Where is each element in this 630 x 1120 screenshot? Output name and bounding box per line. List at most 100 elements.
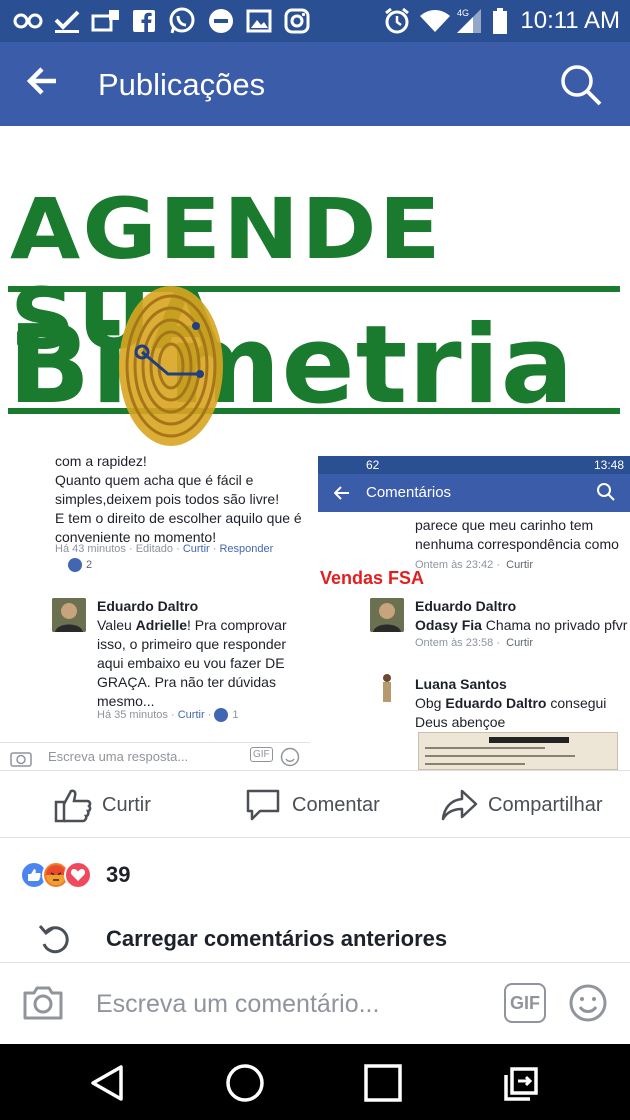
comment-like-link: Curtir — [182, 543, 210, 555]
camera-button[interactable] — [22, 983, 64, 1025]
reply-composer: Escreva uma resposta... GIF — [0, 742, 310, 770]
like-label: Curtir — [102, 793, 151, 816]
comment-time: Há 43 minutos — [55, 543, 126, 555]
embedded-app-bar: Comentários — [318, 474, 630, 512]
minus-circle-icon — [206, 6, 236, 36]
embedded-title: Comentários — [366, 484, 452, 501]
post-image[interactable]: AGENDE SUA Bi metria com a rapidez! Quan… — [0, 126, 630, 770]
search-button[interactable] — [558, 62, 604, 108]
reply-like-link: Curtir — [177, 709, 205, 721]
comment-author: Eduardo Daltro — [415, 598, 517, 614]
fingerprint-icon — [119, 286, 223, 446]
banner-divider — [8, 286, 620, 292]
comment-reply-link: Responder — [219, 543, 274, 555]
load-previous-comments-button[interactable]: Carregar comentários anteriores — [0, 916, 630, 962]
facebook-icon — [130, 6, 158, 36]
battery-icon — [490, 6, 510, 36]
reply-text-start: Valeu — [97, 617, 136, 633]
comment-icon — [246, 789, 280, 821]
comment-text: Odasy Fia Chama no privado pfvr — [415, 616, 628, 635]
partial-comment-text: parece que meu carinho tem nenhuma corre… — [415, 517, 619, 552]
circle-home-icon — [226, 1064, 264, 1102]
embedded-status-time: 13:48 — [593, 458, 624, 472]
nav-screen-switch-button[interactable] — [498, 1060, 544, 1106]
network-type-label: 4G — [457, 8, 469, 18]
reaction-count: 39 — [106, 862, 131, 887]
comment-time: Ontem às 23:42 — [415, 559, 494, 571]
wear-icon — [12, 6, 44, 36]
share-icon — [441, 789, 478, 821]
embedded-notification-count: 62 — [366, 458, 380, 472]
reply-like-count: 1 — [232, 709, 239, 721]
image-icon — [244, 6, 274, 36]
banner-subheadline: Bi metria — [8, 303, 575, 428]
comment-text: com a rapidez! Quanto quem acha que é fá… — [55, 453, 302, 545]
avatar — [370, 598, 404, 632]
comment-input[interactable] — [96, 981, 476, 1027]
camera-icon — [10, 752, 32, 767]
status-bar: 4G 10:11 AM — [0, 0, 630, 42]
gif-button[interactable]: GIF — [504, 983, 546, 1023]
nav-recents-button[interactable] — [360, 1060, 406, 1106]
comment-time: Ontem às 23:58 — [415, 637, 494, 649]
alarm-icon — [382, 6, 412, 36]
comment-author: Luana Santos — [415, 676, 507, 692]
reply-mention: Adrielle — [135, 617, 188, 633]
instagram-icon — [282, 6, 312, 36]
avatar — [52, 598, 86, 632]
arrow-left-icon — [334, 486, 349, 500]
screen-switch-icon — [504, 1067, 538, 1101]
mail-notification-icon — [90, 6, 122, 36]
load-previous-label: Carregar comentários anteriores — [106, 926, 448, 951]
biometria-banner: AGENDE SUA Bi metria — [0, 126, 630, 452]
emoji-icon — [569, 984, 607, 1022]
android-nav-bar — [0, 1044, 630, 1120]
comment-meta: Ontem às 23:58 · Curtir — [415, 637, 534, 649]
overlay-label: Vendas FSA — [320, 568, 425, 588]
search-icon — [597, 483, 615, 501]
embedded-screenshot-right: 62 13:48 Comentários parece que meu cari… — [318, 456, 630, 770]
reply-text: Valeu Adrielle! Pra comprovar isso, o pr… — [97, 616, 297, 711]
refresh-icon — [38, 925, 69, 954]
signal-icon: 4G — [454, 6, 484, 36]
like-button[interactable]: Curtir — [54, 785, 151, 825]
comment-meta: Há 43 minutos · Editado · Curtir · Respo… — [55, 543, 274, 555]
nav-home-button[interactable] — [222, 1060, 268, 1106]
arrow-left-icon — [26, 67, 56, 95]
comment-mention: Odasy Fia — [415, 617, 482, 633]
status-time: 10:11 AM — [520, 7, 620, 34]
comment-like-link: Curtir — [506, 637, 534, 649]
comment-button[interactable]: Comentar — [244, 785, 380, 825]
reply-author: Eduardo Daltro — [97, 598, 199, 614]
reactions-summary[interactable]: 39 — [20, 858, 130, 892]
comment-text-body: Chama no privado pfvr — [481, 617, 628, 633]
gif-icon: GIF — [250, 747, 273, 762]
comment-composer: GIF — [0, 962, 630, 1044]
share-button[interactable]: Compartilhar — [440, 785, 602, 825]
check-icon — [52, 6, 82, 36]
embedded-screenshot-left: com a rapidez! Quanto quem acha que é fá… — [0, 452, 310, 770]
thumbs-up-icon — [54, 789, 92, 823]
triangle-back-icon — [91, 1065, 123, 1101]
reply-meta: Há 35 minutos · Curtir · 1 — [97, 708, 239, 722]
like-badge-icon — [214, 708, 229, 722]
page-title: Publicações — [98, 67, 266, 102]
camera-icon — [23, 986, 63, 1020]
share-label: Compartilhar — [488, 793, 603, 816]
search-icon — [561, 65, 602, 106]
emoji-icon — [280, 747, 300, 767]
attached-document-thumbnail — [418, 732, 618, 770]
post-actions-bar: Curtir Comentar Compartilhar — [0, 770, 630, 838]
back-button[interactable] — [26, 64, 70, 104]
gif-label: GIF — [510, 992, 540, 1013]
emoji-button[interactable] — [568, 983, 608, 1023]
comment-like-link: Curtir — [506, 559, 534, 571]
whatsapp-icon — [166, 6, 198, 36]
app-bar: Publicações — [0, 42, 630, 126]
wifi-icon — [418, 6, 452, 36]
nav-back-button[interactable] — [84, 1060, 130, 1106]
reply-time: Há 35 minutos — [97, 709, 168, 721]
comment-meta: Ontem às 23:42 · Curtir — [415, 559, 534, 571]
square-recents-icon — [364, 1064, 402, 1102]
comment-likes: 2 — [68, 558, 92, 572]
